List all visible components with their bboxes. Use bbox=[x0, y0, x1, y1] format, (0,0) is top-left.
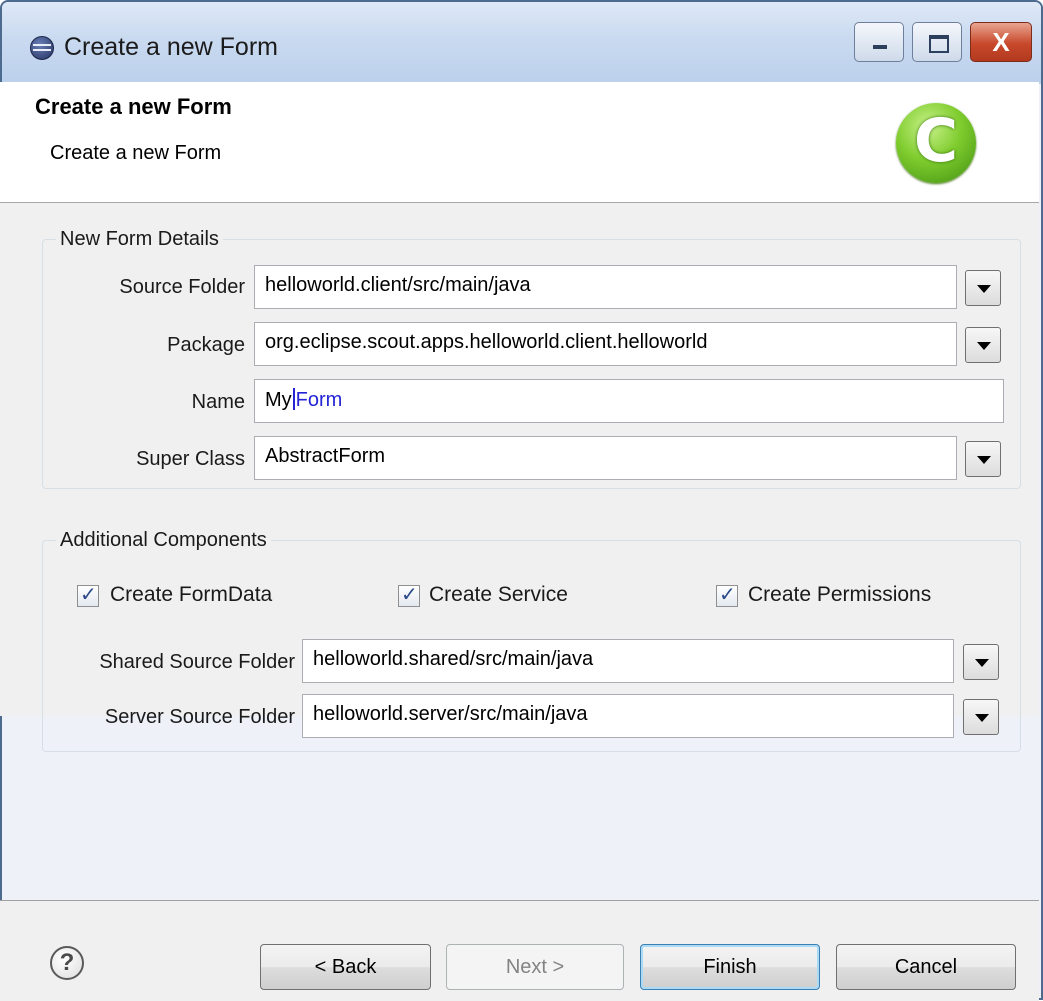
source-folder-field[interactable]: helloworld.client/src/main/java bbox=[254, 265, 957, 309]
maximize-button[interactable] bbox=[912, 22, 962, 62]
chevron-down-icon bbox=[977, 285, 991, 293]
close-icon: X bbox=[992, 27, 1010, 57]
package-label: Package bbox=[167, 334, 245, 356]
text-caret bbox=[292, 388, 295, 410]
form-details-legend: New Form Details bbox=[56, 228, 223, 251]
create-permissions-checkbox[interactable]: ✓ bbox=[716, 582, 738, 607]
close-button[interactable]: X bbox=[970, 22, 1032, 62]
help-icon[interactable]: ? bbox=[50, 946, 84, 980]
server-source-folder-label: Server Source Folder bbox=[104, 706, 295, 728]
chevron-down-icon bbox=[977, 342, 991, 350]
package-field[interactable]: org.eclipse.scout.apps.helloworld.client… bbox=[254, 322, 957, 366]
minimize-button[interactable] bbox=[854, 22, 904, 62]
chevron-down-icon bbox=[975, 659, 989, 667]
wizard-title: Create a new Form bbox=[35, 94, 232, 119]
back-button[interactable]: < Back bbox=[260, 944, 431, 990]
super-class-field[interactable]: AbstractForm bbox=[254, 436, 957, 480]
source-folder-label: Source Folder bbox=[119, 276, 245, 298]
chevron-down-icon bbox=[975, 714, 989, 722]
create-service-checkbox[interactable]: ✓ bbox=[398, 582, 420, 607]
name-typed-text: My bbox=[265, 389, 292, 411]
create-permissions-label[interactable]: Create Permissions bbox=[748, 583, 931, 607]
checkmark-icon: ✓ bbox=[401, 582, 418, 606]
server-source-folder-dropdown[interactable] bbox=[963, 699, 999, 735]
eclipse-icon bbox=[30, 36, 54, 60]
scout-logo-icon: C bbox=[896, 103, 976, 183]
create-formdata-label[interactable]: Create FormData bbox=[110, 583, 272, 607]
source-folder-dropdown[interactable] bbox=[965, 270, 1001, 306]
shared-source-folder-label: Shared Source Folder bbox=[99, 651, 295, 673]
minimize-icon bbox=[873, 45, 887, 49]
finish-button[interactable]: Finish bbox=[640, 944, 820, 990]
window-title: Create a new Form bbox=[64, 33, 278, 61]
package-dropdown[interactable] bbox=[965, 327, 1001, 363]
shared-source-folder-field[interactable]: helloworld.shared/src/main/java bbox=[302, 639, 954, 683]
name-selected-text: Form bbox=[295, 389, 343, 411]
wizard-subtitle: Create a new Form bbox=[50, 142, 222, 164]
title-bar[interactable]: Create a new Form X bbox=[2, 2, 1041, 84]
checkmark-icon: ✓ bbox=[80, 582, 97, 606]
shared-source-folder-dropdown[interactable] bbox=[963, 644, 999, 680]
additional-components-legend: Additional Components bbox=[56, 529, 271, 552]
chevron-down-icon bbox=[977, 456, 991, 464]
create-service-label[interactable]: Create Service bbox=[429, 583, 568, 607]
create-formdata-checkbox[interactable]: ✓ bbox=[77, 582, 99, 607]
maximize-icon bbox=[929, 35, 949, 53]
name-label: Name bbox=[191, 391, 245, 413]
super-class-label: Super Class bbox=[136, 448, 245, 470]
server-source-folder-field[interactable]: helloworld.server/src/main/java bbox=[302, 694, 954, 738]
checkmark-icon: ✓ bbox=[719, 582, 736, 606]
cancel-button[interactable]: Cancel bbox=[836, 944, 1016, 990]
name-field[interactable]: My Form bbox=[254, 379, 1004, 423]
next-button[interactable]: Next > bbox=[446, 944, 624, 990]
super-class-dropdown[interactable] bbox=[965, 441, 1001, 477]
